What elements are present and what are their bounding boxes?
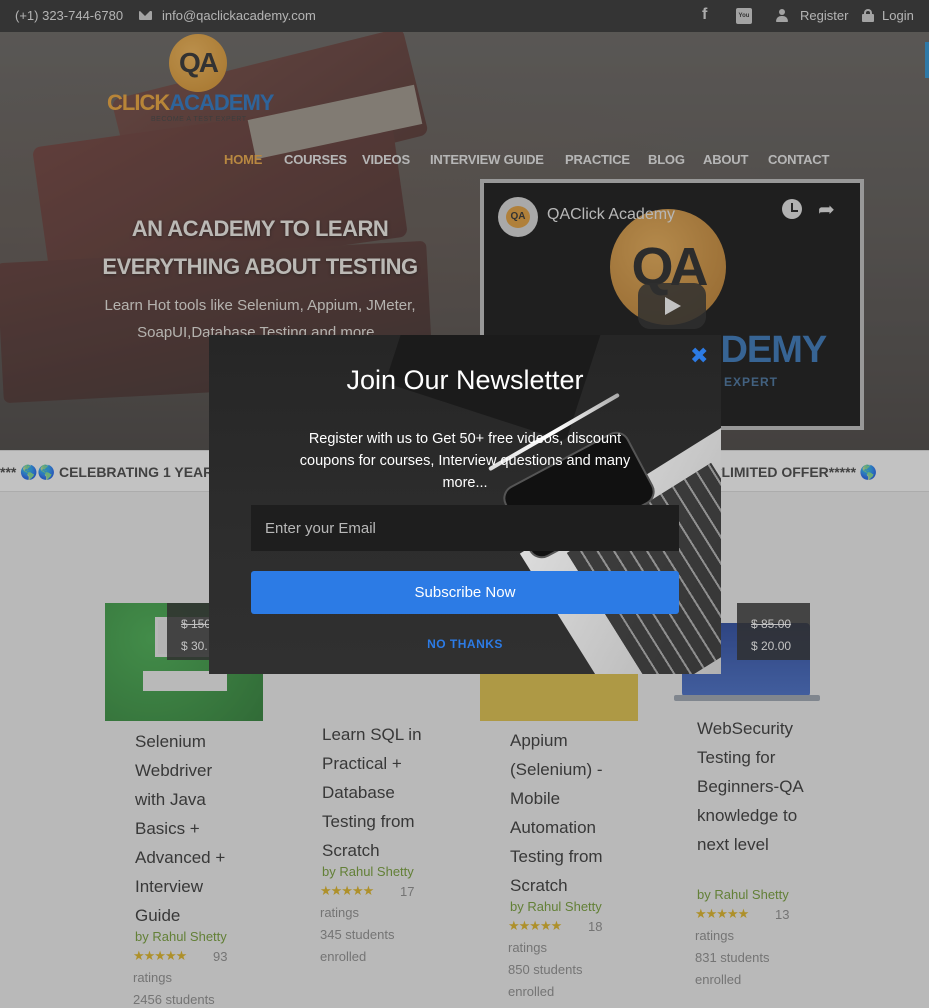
subscribe-button[interactable]: Subscribe Now bbox=[251, 571, 679, 614]
modal-description: Register with us to Get 50+ free videos,… bbox=[299, 431, 631, 491]
email-input[interactable] bbox=[251, 505, 679, 551]
newsletter-modal: ✖ Join Our Newsletter Register with us t… bbox=[209, 335, 721, 674]
modal-title: Join Our Newsletter bbox=[346, 365, 584, 395]
no-thanks-link[interactable]: NO THANKS bbox=[209, 637, 721, 651]
